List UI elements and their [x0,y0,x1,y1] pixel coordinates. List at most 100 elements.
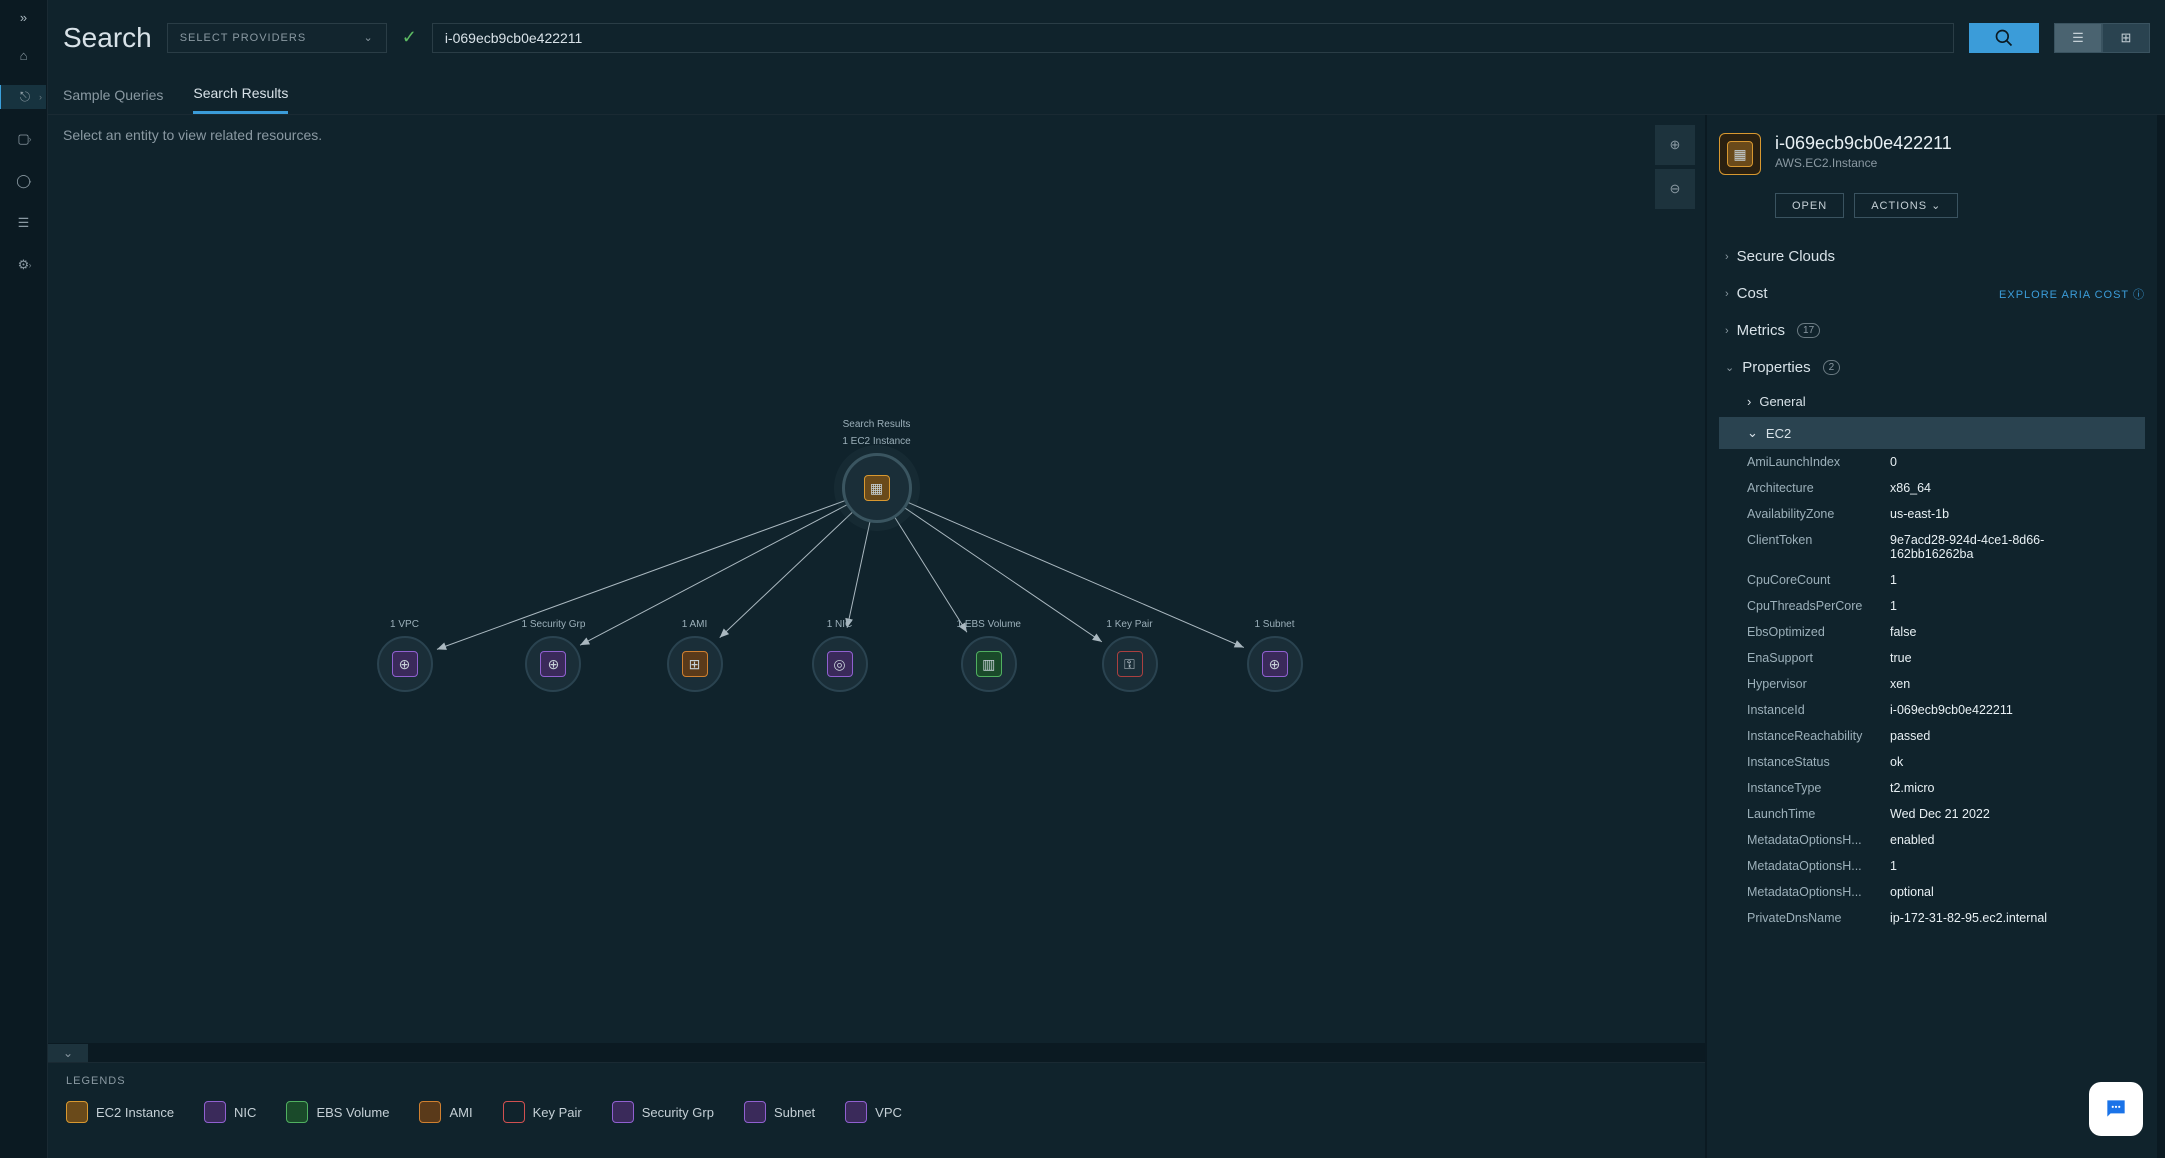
graph-node-ami[interactable]: 1 AMI⊞ [667,619,723,692]
legend-label: EC2 Instance [96,1105,174,1120]
property-value: xen [1882,677,2117,691]
property-row: MetadataOptionsH...enabled [1719,827,2145,853]
graph-node-secgrp[interactable]: 1 Security Grp⊕ [522,619,586,692]
help-chat-button[interactable] [2089,1082,2143,1136]
providers-dropdown[interactable]: SELECT PROVIDERS ⌄ [167,23,387,53]
search-input[interactable] [432,23,1954,53]
section-metrics[interactable]: ›Metrics17 [1719,312,2145,349]
nav-settings[interactable]: ⚙› [12,253,36,277]
graph-node-nic[interactable]: 1 NIC◎ [812,619,868,692]
node-label: 1 Subnet [1247,619,1303,630]
property-value: optional [1882,885,2117,899]
nav-home[interactable]: ⌂ [12,43,36,67]
nav-resources[interactable]: ▢› [12,127,36,151]
secgrp-icon: ⊕ [540,651,566,677]
graph-view-button[interactable]: ⊞ [2102,23,2150,53]
legends-title: LEGENDS [66,1075,1687,1087]
graph-root-title: Search Results [842,419,912,430]
legend-label: Security Grp [642,1105,714,1120]
property-key: Hypervisor [1747,677,1882,691]
property-value: enabled [1882,833,2117,847]
expand-rail-icon[interactable]: » [20,10,27,25]
property-key: EnaSupport [1747,651,1882,665]
chevron-down-icon: ⌄ [364,31,374,44]
ec2-instance-icon: ▦ [1727,141,1753,167]
section-secure-clouds[interactable]: ›Secure Clouds [1719,238,2145,275]
chat-icon [2103,1096,2129,1122]
legend-item: EBS Volume [286,1101,389,1123]
chevron-right-icon: › [1747,394,1751,409]
legend-label: NIC [234,1105,256,1120]
property-row: CpuThreadsPerCore1 [1719,593,2145,619]
legend-label: Subnet [774,1105,815,1120]
node-label: 1 EBS Volume [957,619,1021,630]
search-button[interactable] [1969,23,2039,53]
tab-sample-queries[interactable]: Sample Queries [63,77,163,113]
search-icon [1994,28,2014,48]
legend-label: Key Pair [533,1105,582,1120]
open-button[interactable]: OPEN [1775,193,1844,218]
property-value: i-069ecb9cb0e422211 [1882,703,2117,717]
graph-node-keypair[interactable]: 1 Key Pair⚿ [1102,619,1158,692]
zoom-in-button[interactable]: ⊕ [1655,125,1695,165]
property-key: MetadataOptionsH... [1747,885,1882,899]
keypair-icon: ⚿ [1117,651,1143,677]
nav-security[interactable]: ◯› [12,169,36,193]
view-toggle: ☰ ⊞ [2054,23,2150,53]
legend-label: EBS Volume [316,1105,389,1120]
legend-label: VPC [875,1105,902,1120]
properties-general[interactable]: ›General [1719,386,2145,417]
explore-aria-cost-link[interactable]: EXPLORE ARIA COST ⓘ [1999,286,2145,302]
property-key: InstanceId [1747,703,1882,717]
node-label: 1 VPC [377,619,433,630]
nav-explore[interactable]: ⎋› [0,85,46,109]
ec2-instance-icon: ▦ [864,475,890,501]
property-row: Hypervisorxen [1719,671,2145,697]
section-cost[interactable]: ›Cost EXPLORE ARIA COST ⓘ [1719,275,2145,312]
legend-swatch [845,1101,867,1123]
property-value: false [1882,625,2117,639]
actions-dropdown[interactable]: ACTIONS ⌄ [1854,193,1958,218]
graph-root-label: 1 EC2 Instance [842,436,912,447]
property-value: 9e7acd28-924d-4ce1-8d66-162bb16262ba [1882,533,2117,561]
panel-header: ▦ i-069ecb9cb0e422211 AWS.EC2.Instance [1719,133,2145,175]
property-key: EbsOptimized [1747,625,1882,639]
property-key: InstanceStatus [1747,755,1882,769]
tab-search-results[interactable]: Search Results [193,75,288,114]
graph-node-ebs[interactable]: 1 EBS Volume▥ [957,619,1021,692]
legends-toggle[interactable]: ⌄ [48,1044,88,1062]
section-properties[interactable]: ⌄Properties2 [1719,349,2145,386]
property-key: AvailabilityZone [1747,507,1882,521]
home-icon: ⌂ [20,48,28,63]
properties-ec2[interactable]: ⌄EC2 [1719,417,2145,449]
legend-item: NIC [204,1101,256,1123]
metrics-count-badge: 17 [1797,323,1820,338]
legend-swatch [66,1101,88,1123]
property-key: MetadataOptionsH... [1747,833,1882,847]
entity-title: i-069ecb9cb0e422211 [1775,133,1952,154]
legend-swatch [286,1101,308,1123]
node-label: 1 NIC [812,619,868,630]
chevron-down-icon: ⌄ [1747,425,1758,441]
legends-panel: LEGENDS EC2 Instance NIC EBS Volume AMI Key … [48,1062,1705,1158]
list-view-button[interactable]: ☰ [2054,23,2102,53]
legend-label: AMI [449,1105,472,1120]
legend-swatch [744,1101,766,1123]
property-row: ClientToken9e7acd28-924d-4ce1-8d66-162bb… [1719,527,2145,567]
property-value: us-east-1b [1882,507,2117,521]
zoom-out-button[interactable]: ⊖ [1655,169,1695,209]
graph-node-subnet[interactable]: 1 Subnet⊕ [1247,619,1303,692]
property-key: InstanceReachability [1747,729,1882,743]
legend-item: VPC [845,1101,902,1123]
graph-node-vpc[interactable]: 1 VPC⊕ [377,619,433,692]
tabs-row: Sample Queries Search Results [48,75,2165,115]
property-row: EnaSupporttrue [1719,645,2145,671]
graph: Search Results 1 EC2 Instance ▦ 1 VPC⊕1 … [327,379,1427,779]
property-value: t2.micro [1882,781,2117,795]
graph-root-node[interactable]: Search Results 1 EC2 Instance ▦ [842,419,912,523]
property-key: Architecture [1747,481,1882,495]
chevron-right-icon: › [29,260,32,270]
nav-briefcase[interactable]: ☰ [12,211,36,235]
property-value: ip-172-31-82-95.ec2.internal [1882,911,2117,925]
property-key: CpuThreadsPerCore [1747,599,1882,613]
